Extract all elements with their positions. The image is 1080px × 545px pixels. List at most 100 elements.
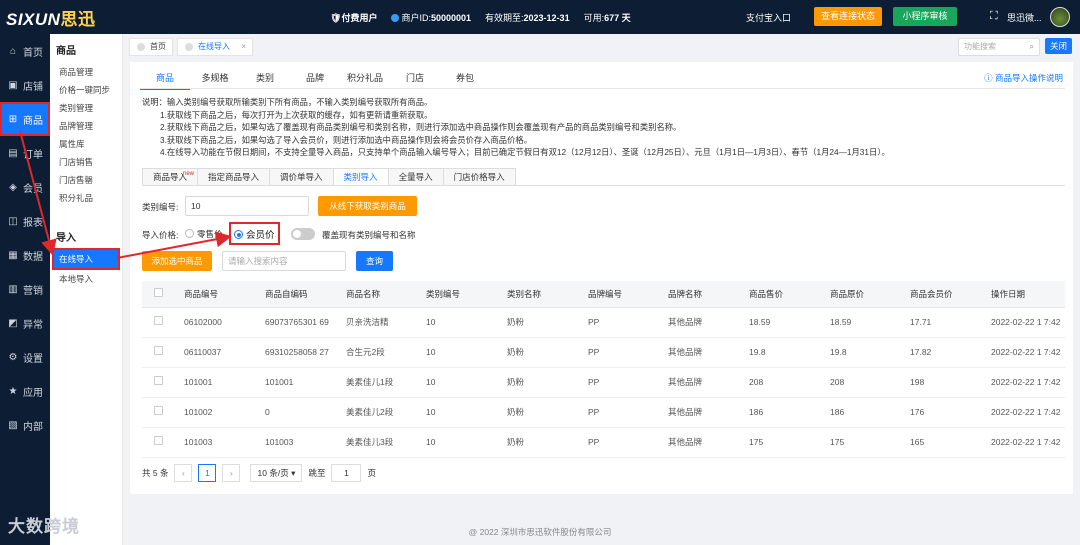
tab-coupon-pack[interactable]: 券包 [440, 70, 490, 90]
close-icon[interactable]: × [241, 39, 246, 55]
sidebar-item-exceptions[interactable]: ◩ 异常 [0, 306, 50, 340]
table-cell: 198 [904, 367, 985, 398]
subtab-store-price[interactable]: 门店价格导入 [442, 168, 516, 186]
prev-page-button[interactable]: ‹ [174, 464, 193, 482]
sidebar-item-members[interactable]: ◈ 会员 [0, 170, 50, 204]
col-operate-date: 操作日期 [985, 281, 1065, 308]
table-cell: 208 [824, 367, 904, 398]
alipay-entry-link[interactable]: 支付宝入口 [746, 11, 791, 24]
user-name[interactable]: 思迅微... [1007, 11, 1042, 24]
table-row[interactable]: 101003 101003 美素佳儿3段 10 奶粉 PP 其他品牌 175 175 165 202… [142, 427, 1065, 458]
query-button[interactable]: 查询 [356, 251, 393, 271]
import-mode-tabs: 商品导入 new 指定商品导入 调价单导入 类别导入 全量导入 门店价格导入 [142, 168, 516, 186]
col-goods-code: 商品编号 [178, 281, 259, 308]
table-row[interactable]: 06102000 69073765301 69 贝亲洗洁精 10 奶粉 PP 其他品牌 18.… [142, 307, 1065, 338]
marketing-icon: ▥ [8, 283, 18, 295]
submenu-item-attributes[interactable]: 属性库 [50, 135, 122, 153]
table-cell: 175 [824, 427, 904, 458]
table-cell: 其他品牌 [662, 427, 743, 458]
tab-points-gifts[interactable]: 积分礼品 [340, 70, 390, 90]
sidebar-item-internal[interactable]: ▧ 内部 [0, 408, 50, 442]
table-row[interactable]: 101002 0 美素佳儿2段 10 奶粉 PP 其他品牌 186 186 176 2022-02-… [142, 397, 1065, 428]
search-icon[interactable]: ⌕ [1030, 39, 1034, 55]
next-page-button[interactable]: › [222, 464, 241, 482]
sidebar-item-store[interactable]: ▣ 店铺 [0, 68, 50, 102]
add-selected-goods-button[interactable]: 添加选中商品 [142, 251, 212, 271]
mini-program-review-button[interactable]: 小程序审核 [893, 7, 957, 26]
jump-page-input[interactable]: 1 [331, 464, 362, 482]
table-cell: 69310258058 27 [259, 337, 340, 368]
row-checkbox[interactable] [154, 376, 163, 385]
function-search-input[interactable]: 功能搜索 ⌕ [958, 38, 1040, 56]
table-header-row: 商品编号 商品自编码 商品名称 类别编号 类别名称 品牌编号 品牌名称 商品售价… [142, 281, 1065, 308]
submenu-item-price-sync[interactable]: 价格一键同步 [50, 81, 122, 99]
home-icon: ⌂ [9, 45, 17, 57]
gift-icon: ⊞ [8, 113, 18, 125]
subtab-price-adjust[interactable]: 调价单导入 [269, 168, 333, 186]
search-input[interactable]: 请输入搜索内容 [222, 251, 346, 271]
sidebar-item-data[interactable]: ▦ 数据 [0, 238, 50, 272]
subtab-full-import[interactable]: 全量导入 [387, 168, 443, 186]
tab-multi-spec[interactable]: 多规格 [190, 70, 240, 90]
category-code-input[interactable]: 10 [185, 196, 309, 216]
sidebar-item-home[interactable]: ⌂ 首页 [0, 34, 50, 68]
table-cell: 奶粉 [501, 397, 582, 428]
page-size-select[interactable]: 10 条/页 ▾ [250, 464, 303, 482]
submenu-item-category-manage[interactable]: 类别管理 [50, 99, 122, 117]
tab-store[interactable]: 门店 [390, 70, 440, 90]
table-cell: 19.8 [743, 337, 824, 368]
submenu-item-online-import[interactable]: 在线导入 [52, 248, 120, 270]
table-cell: 合生元2段 [340, 337, 420, 368]
submenu-item-goods-manage[interactable]: 商品管理 [50, 63, 122, 81]
row-checkbox[interactable] [154, 316, 163, 325]
table-cell: 2022-02-22 1 7:42 [985, 427, 1065, 458]
row-checkbox[interactable] [154, 406, 163, 415]
table-cell: PP [582, 397, 662, 428]
tab-home[interactable]: 首页 [129, 38, 173, 56]
table-cell: 2022-02-22 1 7:42 [985, 397, 1065, 428]
main-panel: 商品 多规格 类别 品牌 积分礼品 门店 券包 ⓘ 商品导入操作说明 说明：输入… [130, 62, 1073, 494]
table-row[interactable]: 101001 101001 美素佳儿1段 10 奶粉 PP 其他品牌 208 208 198 202… [142, 367, 1065, 398]
sidebar-item-apps[interactable]: ★ 应用 [0, 374, 50, 408]
tab-brand[interactable]: 品牌 [290, 70, 340, 90]
table-cell: 101001 [259, 367, 340, 398]
submenu-item-store-soldout[interactable]: 门店售罄 [50, 171, 122, 189]
sidebar-item-goods[interactable]: ⊞ 商品 [0, 102, 50, 136]
main-sidebar: ⌂ 首页 ▣ 店铺 ⊞ 商品 ▤ 订单 ◈ 会员 ◫ 报表 ▦ 数据 ▥ 营销 ◩ 异常 ⚙ 设置 … [0, 34, 50, 545]
fetch-category-goods-button[interactable]: 从线下获取类别商品 [318, 196, 417, 216]
sidebar-item-reports[interactable]: ◫ 报表 [0, 204, 50, 238]
tab-goods[interactable]: 商品 [140, 70, 190, 90]
col-original-price: 商品原价 [824, 281, 904, 308]
sidebar-item-orders[interactable]: ▤ 订单 [0, 136, 50, 170]
retail-price-radio[interactable]: 零售价 [185, 228, 223, 240]
submenu-item-store-sales[interactable]: 门店销售 [50, 153, 122, 171]
table-cell: 其他品牌 [662, 307, 743, 338]
subtab-goods-import[interactable]: 商品导入 new [142, 168, 198, 186]
tab-dot-icon [137, 43, 145, 51]
sidebar-item-marketing[interactable]: ▥ 营销 [0, 272, 50, 306]
close-button[interactable]: 关闭 [1045, 38, 1072, 54]
subtab-specified-goods[interactable]: 指定商品导入 [197, 168, 270, 186]
submenu-item-brand-manage[interactable]: 品牌管理 [50, 117, 122, 135]
sidebar-item-settings[interactable]: ⚙ 设置 [0, 340, 50, 374]
avatar[interactable] [1050, 7, 1070, 27]
submenu-item-points-gifts[interactable]: 积分礼品 [50, 189, 122, 207]
row-checkbox[interactable] [154, 346, 163, 355]
table-cell: 18.59 [743, 307, 824, 338]
fullscreen-icon[interactable]: ⛶ [990, 10, 998, 23]
import-help-link[interactable]: ⓘ 商品导入操作说明 [984, 72, 1063, 84]
overwrite-toggle[interactable] [291, 228, 315, 240]
subtab-category-import[interactable]: 类别导入 [332, 168, 388, 186]
select-all-checkbox[interactable] [154, 288, 163, 298]
table-cell: 101003 [178, 427, 259, 458]
connection-status-button[interactable]: 查看连接状态 [814, 7, 882, 26]
table-row[interactable]: 06110037 69310258058 27 合生元2段 10 奶粉 PP 其他品牌 19.… [142, 337, 1065, 368]
page-number-current[interactable]: 1 [198, 464, 217, 482]
tab-category[interactable]: 类别 [240, 70, 290, 90]
table-cell: 69073765301 69 [259, 307, 340, 338]
tab-online-import[interactable]: 在线导入 × [177, 38, 253, 56]
page-tabs: 首页 在线导入 × [123, 34, 1080, 58]
submenu-item-local-import[interactable]: 本地导入 [50, 270, 122, 288]
table-cell: 贝亲洗洁精 [340, 307, 420, 338]
row-checkbox[interactable] [154, 436, 163, 445]
